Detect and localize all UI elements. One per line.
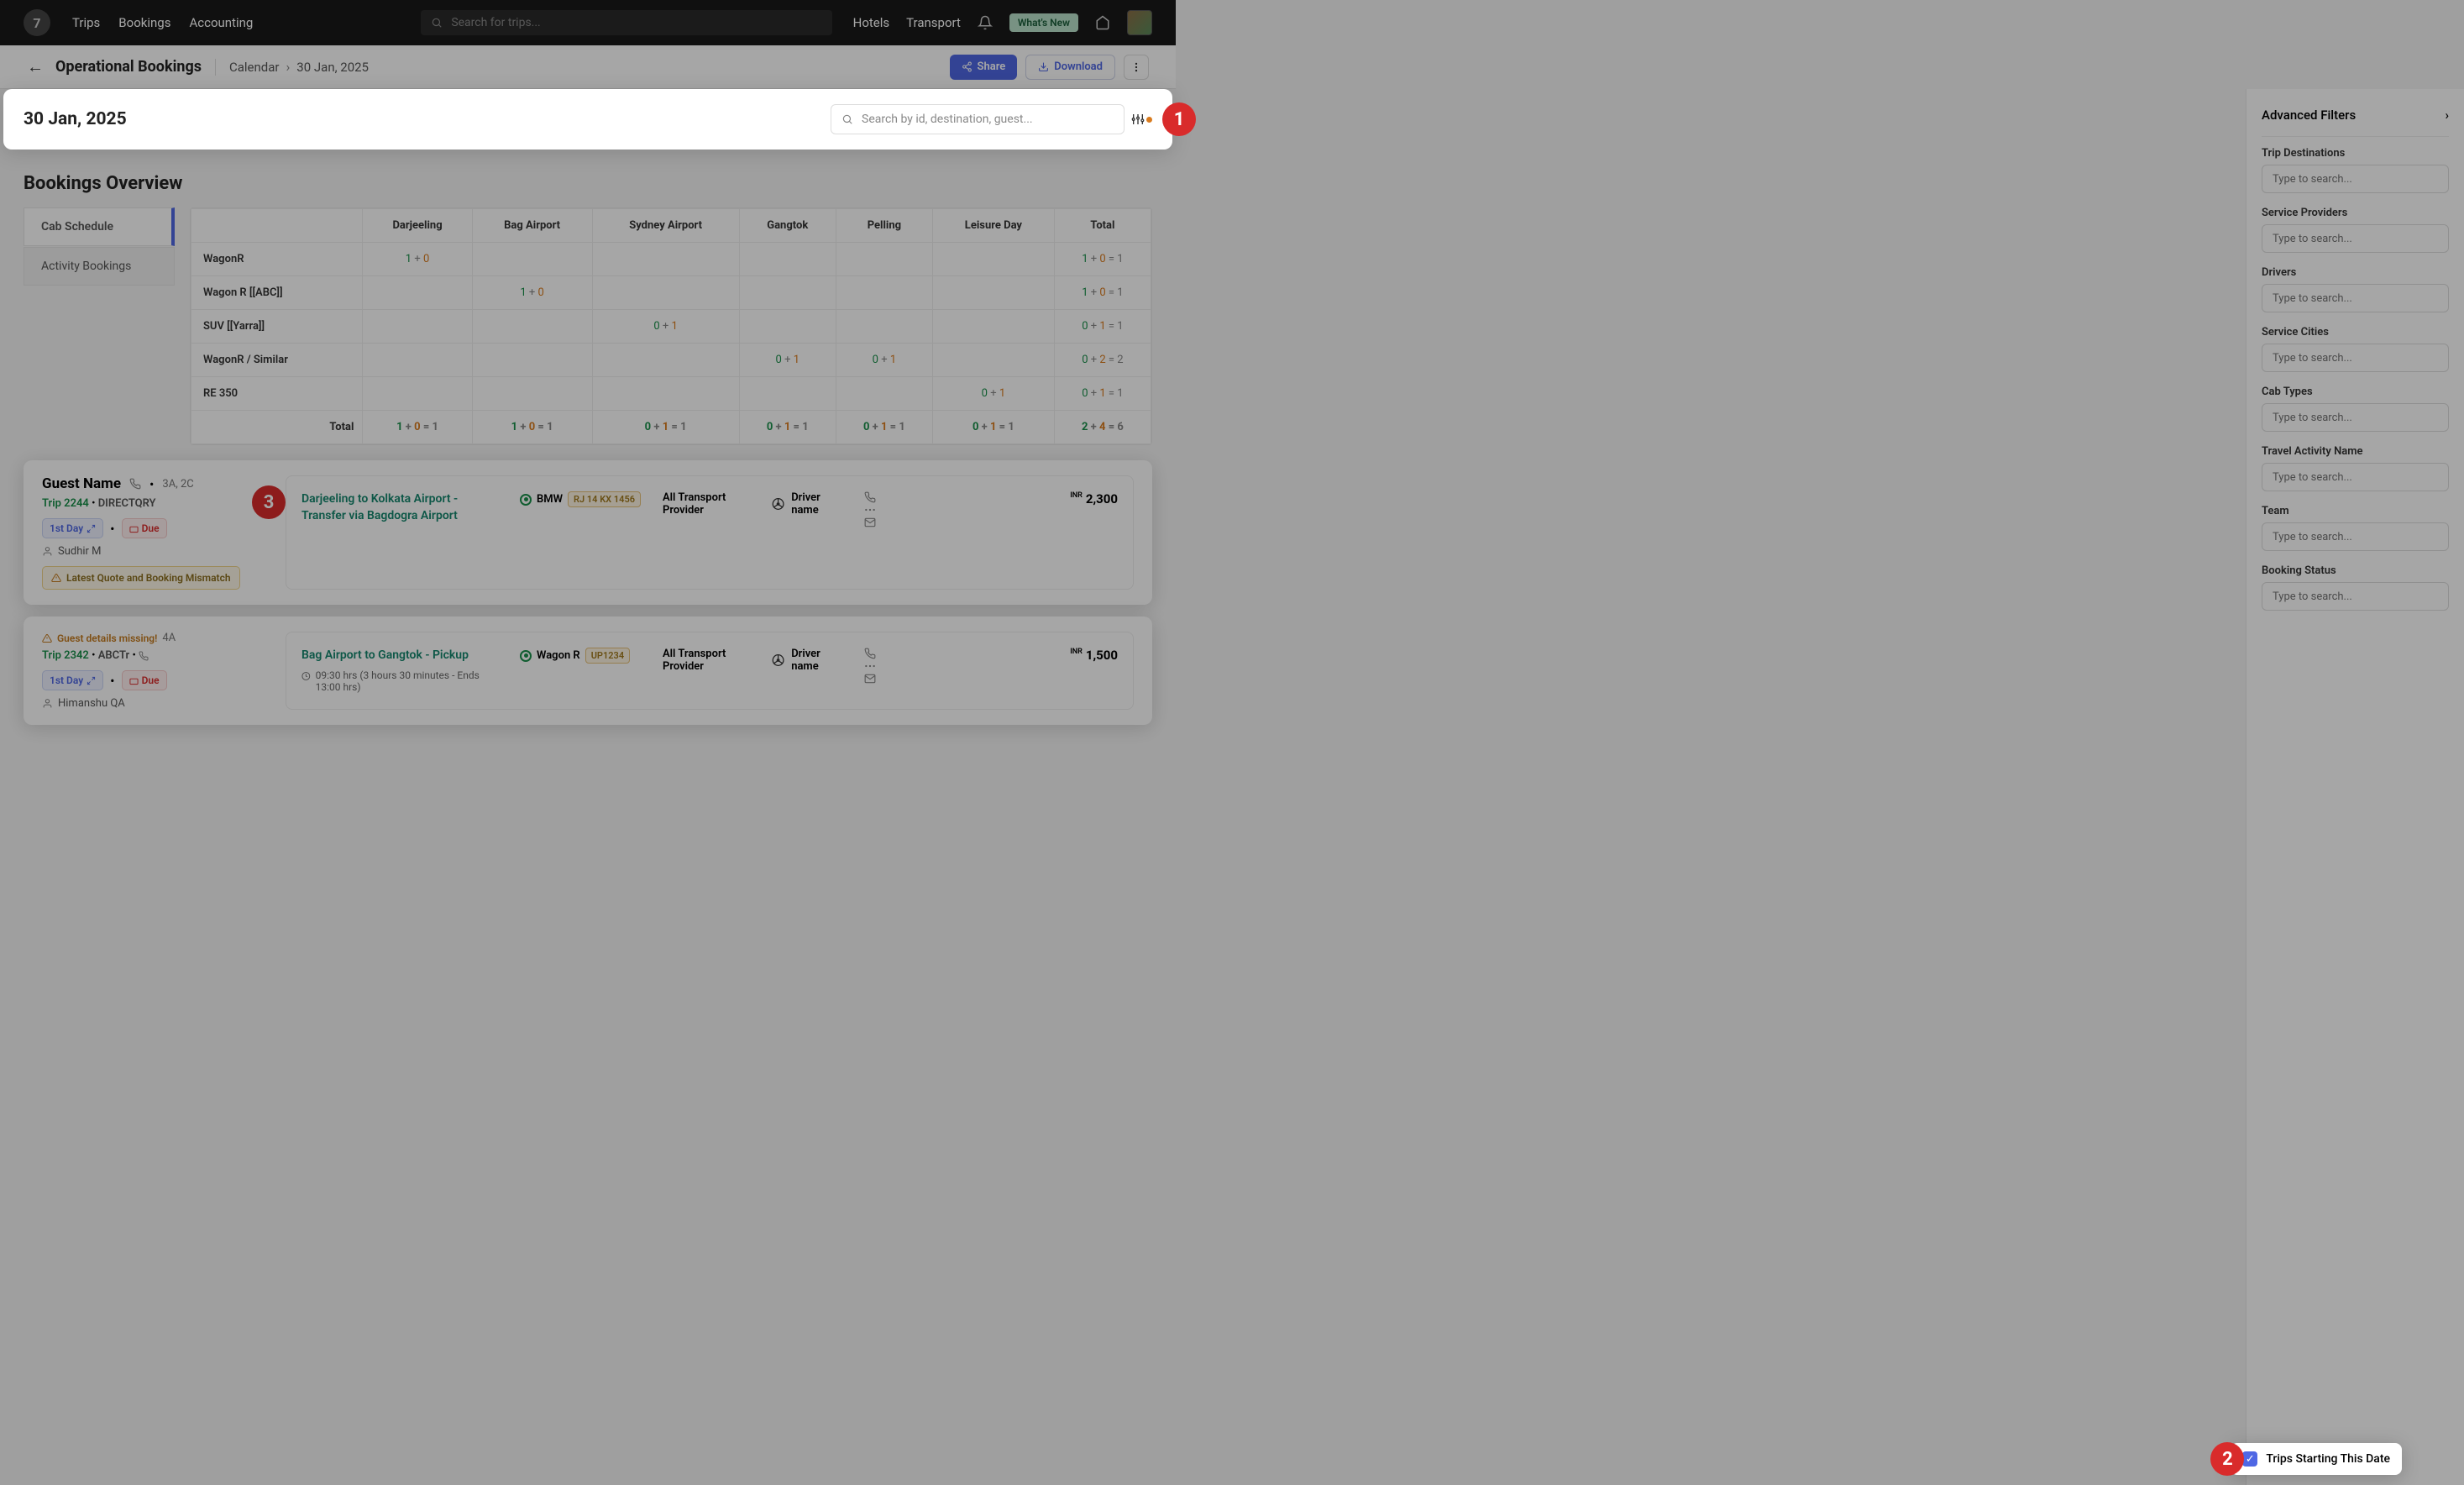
trips-starting-checkbox[interactable]: 2 ✓ Trips Starting This Date — [2231, 1443, 2402, 1475]
checkbox-label: Trips Starting This Date — [2266, 1452, 2390, 1466]
search-placeholder: Search by id, destination, guest... — [862, 113, 1033, 126]
annotation-badge-1: 1 — [1162, 102, 1196, 136]
annotation-badge-2: 2 — [2210, 1442, 2244, 1476]
search-icon — [841, 113, 853, 125]
modal-dim-overlay — [0, 0, 2464, 1485]
filter-active-dot — [1146, 117, 1152, 123]
selected-date-title: 30 Jan, 2025 — [24, 109, 127, 129]
checkbox-checked-icon[interactable]: ✓ — [2242, 1451, 2257, 1467]
booking-search-input[interactable]: Search by id, destination, guest... — [831, 104, 1125, 134]
sliders-icon — [1131, 113, 1145, 126]
date-search-card: 30 Jan, 2025 Search by id, destination, … — [3, 89, 1172, 150]
filter-settings-button[interactable] — [1131, 113, 1152, 126]
